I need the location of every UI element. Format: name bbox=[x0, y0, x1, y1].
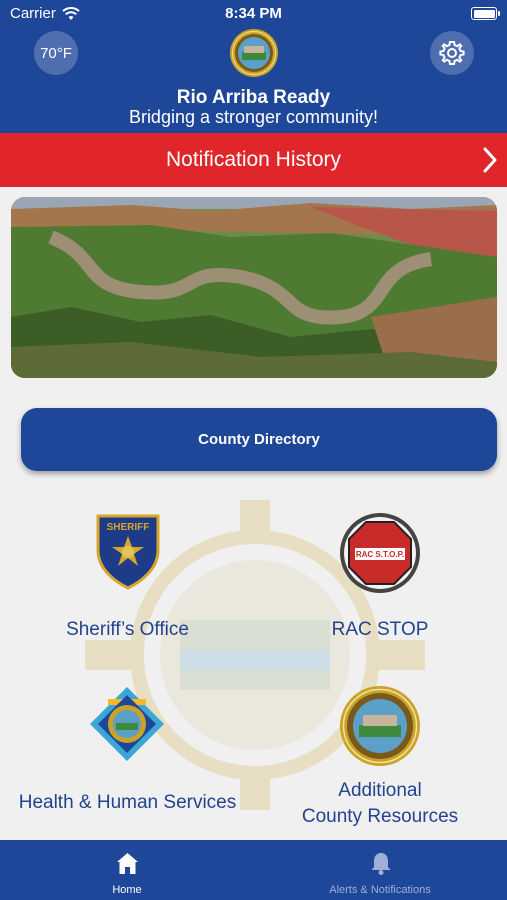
landscape-photo bbox=[11, 197, 497, 378]
tab-home-label: Home bbox=[112, 884, 142, 896]
rac-stop-badge-text: RAC S.T.O.P. bbox=[356, 550, 404, 559]
sheriffs-office-label: Sheriff’s Office bbox=[66, 619, 189, 640]
chevron-right-icon bbox=[483, 147, 497, 173]
tab-alerts-label: Alerts & Notifications bbox=[329, 884, 431, 896]
additional-resources-label-line1: Additional bbox=[338, 780, 422, 801]
county-seal-icon bbox=[230, 29, 278, 77]
health-human-services-tile[interactable]: Health & Human Services bbox=[10, 685, 245, 815]
rac-stop-tile[interactable]: RAC S.T.O.P. RAC STOP bbox=[300, 510, 460, 640]
settings-button[interactable] bbox=[430, 31, 474, 75]
notification-history-button[interactable]: Notification History bbox=[0, 133, 507, 187]
app-subtitle: Bridging a stronger community! bbox=[128, 107, 379, 127]
health-human-services-label: Health & Human Services bbox=[18, 792, 237, 813]
additional-resources-label-line2: County Resources bbox=[301, 806, 459, 827]
tab-bar: Home Alerts & Notifications bbox=[0, 840, 507, 900]
temperature-label: 70°F bbox=[40, 44, 72, 62]
tab-home[interactable]: Home bbox=[77, 840, 177, 900]
battery-icon bbox=[471, 7, 500, 20]
rac-stop-icon: RAC S.T.O.P. bbox=[340, 513, 420, 593]
notification-history-label: Notification History bbox=[165, 148, 342, 171]
gear-icon bbox=[439, 41, 465, 65]
sheriffs-office-tile[interactable]: SHERIFF Sheriff’s Office bbox=[40, 510, 215, 640]
app-header: Carrier 8:34 PM 70°F Rio Arriba Ready Br bbox=[0, 0, 507, 133]
clock: 8:34 PM bbox=[225, 5, 282, 22]
county-directory-label: County Directory bbox=[198, 431, 320, 448]
sheriff-badge-icon: SHERIFF bbox=[96, 514, 160, 590]
sheriff-badge-text: SHERIFF bbox=[107, 522, 150, 533]
county-directory-button[interactable]: County Directory bbox=[21, 408, 497, 471]
rac-stop-label: RAC STOP bbox=[331, 619, 429, 640]
status-bar: Carrier 8:34 PM bbox=[0, 0, 507, 28]
home-icon bbox=[117, 853, 138, 874]
health-services-icon bbox=[90, 687, 164, 761]
additional-resources-tile[interactable]: Additional County Resources bbox=[290, 685, 470, 830]
county-seal-icon bbox=[340, 686, 420, 766]
bell-icon bbox=[371, 853, 391, 875]
app-title: Rio Arriba Ready bbox=[176, 87, 331, 108]
temperature-button[interactable]: 70°F bbox=[34, 31, 78, 75]
tab-alerts-notifications[interactable]: Alerts & Notifications bbox=[310, 840, 450, 900]
